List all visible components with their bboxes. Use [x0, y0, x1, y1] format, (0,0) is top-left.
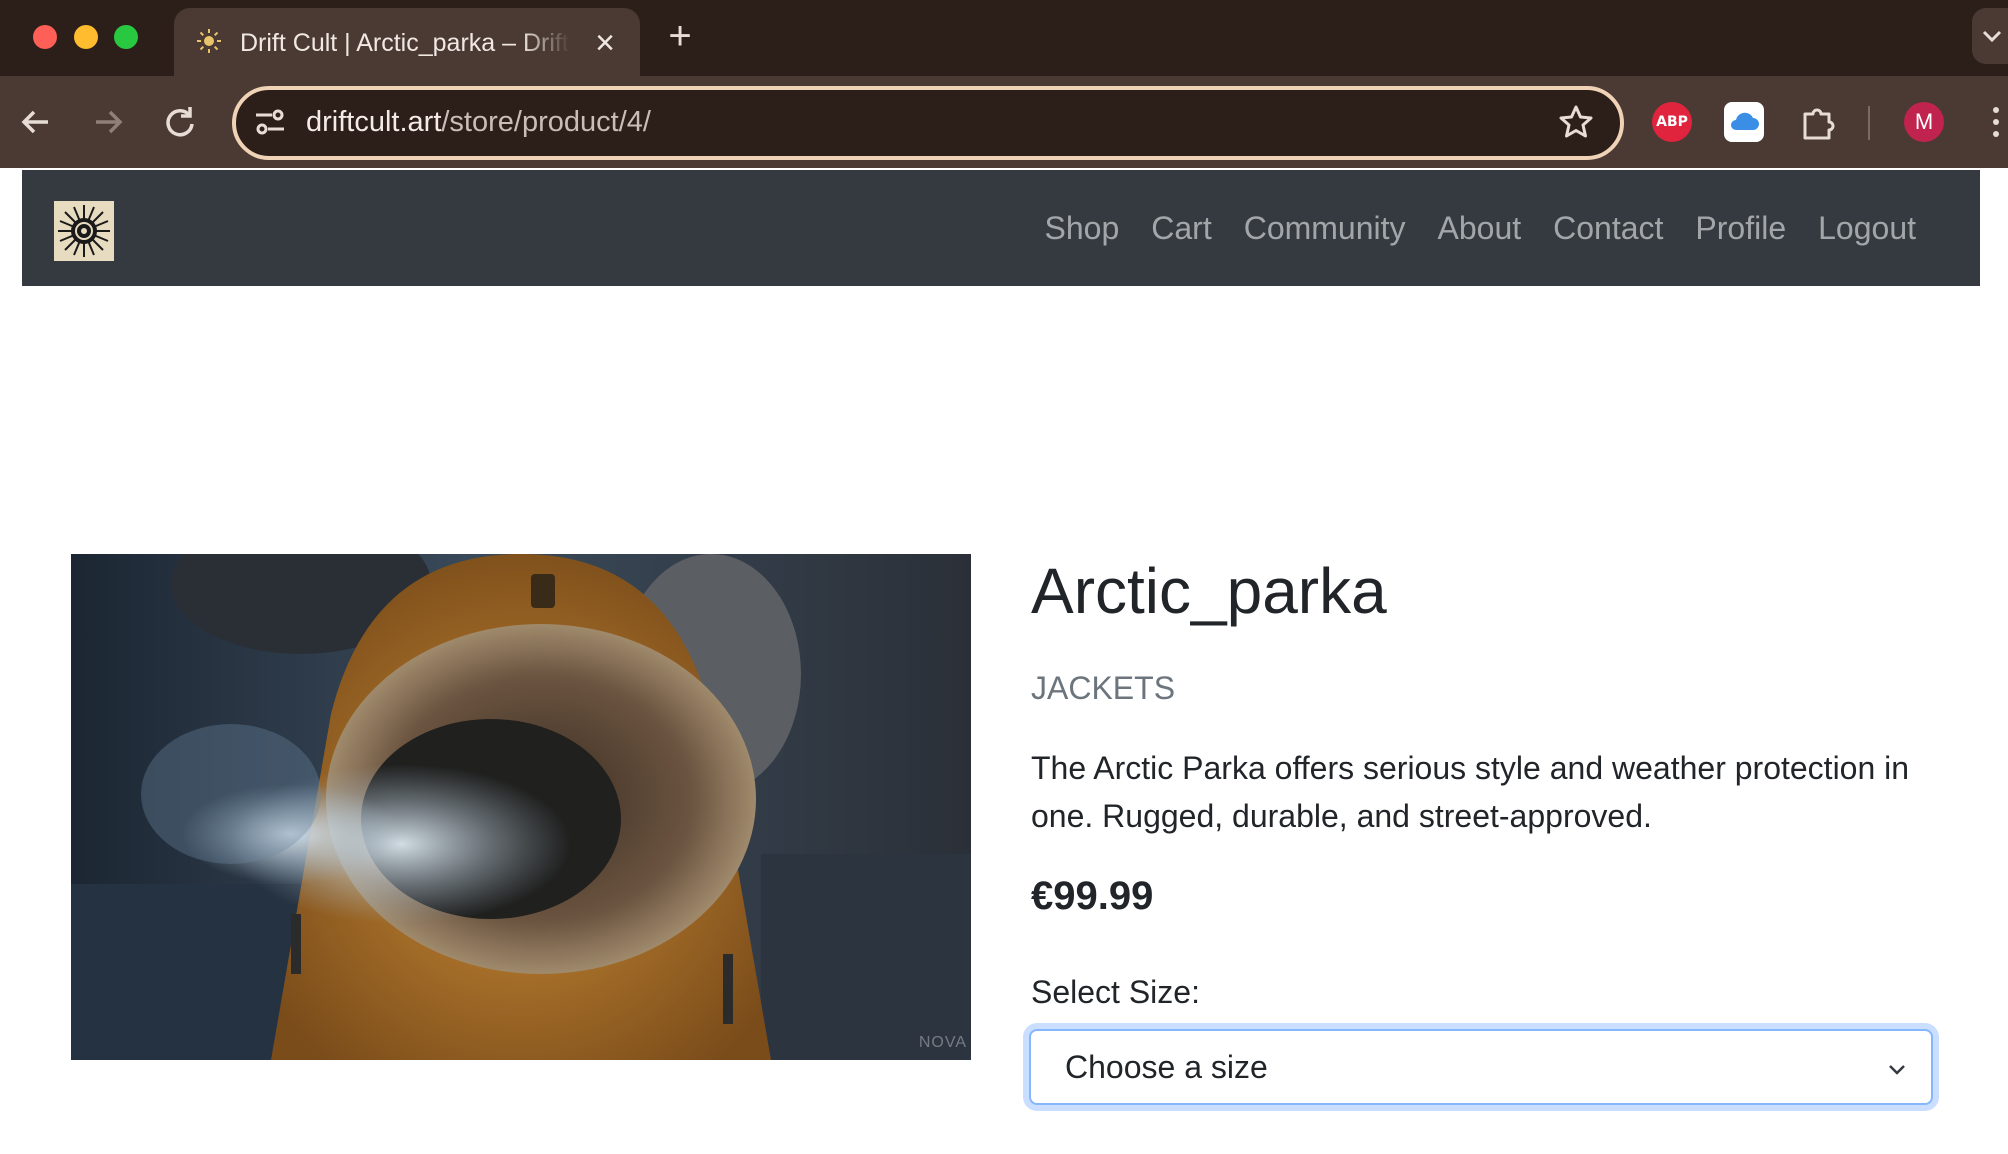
chevron-down-icon — [1885, 1057, 1909, 1081]
cloud-icon — [1731, 112, 1759, 130]
product-image: NOVA — [71, 554, 971, 1060]
product-price: €99.99 — [1031, 874, 1154, 918]
product-category: JACKETS — [1031, 670, 1176, 706]
site-settings-icon[interactable] — [252, 104, 288, 140]
icloud-extension[interactable] — [1724, 102, 1764, 142]
size-label: Select Size: — [1031, 974, 1200, 1010]
reload-icon — [166, 107, 194, 137]
minimize-window-button[interactable] — [74, 25, 98, 49]
profile-avatar[interactable]: M — [1904, 102, 1944, 142]
extensions-menu-button[interactable] — [1798, 102, 1838, 142]
nav-links: Shop Cart Community About Contact Profil… — [1029, 206, 1932, 250]
back-button[interactable] — [12, 98, 60, 146]
close-tab-icon[interactable]: × — [588, 26, 622, 60]
product-title: Arctic_parka — [1031, 555, 1387, 627]
size-select-value: Choose a size — [1065, 1049, 1268, 1085]
sun-favicon-icon — [196, 28, 222, 54]
tab-title: Drift Cult | Arctic_parka – Drift Cult — [240, 29, 570, 57]
url-host: driftcult.art — [306, 106, 442, 138]
url-path: /store/product/4/ — [441, 106, 651, 138]
arrow-left-icon — [21, 110, 48, 134]
puzzle-icon — [1803, 108, 1835, 140]
site-navbar: Shop Cart Community About Contact Profil… — [22, 170, 1980, 286]
nav-link-contact[interactable]: Contact — [1537, 206, 1679, 250]
bookmark-star-icon[interactable] — [1556, 102, 1596, 142]
maximize-window-button[interactable] — [114, 25, 138, 49]
nav-link-shop[interactable]: Shop — [1029, 206, 1136, 250]
chevron-down-icon — [1982, 30, 2002, 43]
sun-logo-icon — [58, 205, 110, 257]
product-description: The Arctic Parka offers serious style an… — [1031, 750, 1910, 834]
browser-menu-icon[interactable] — [1984, 102, 2008, 142]
new-tab-icon[interactable]: + — [660, 16, 700, 56]
nav-link-about[interactable]: About — [1422, 206, 1538, 250]
toolbar-divider — [1868, 106, 1870, 140]
size-select[interactable]: Choose a size — [1029, 1029, 1933, 1105]
reload-button[interactable] — [156, 98, 204, 146]
nav-link-cart[interactable]: Cart — [1135, 206, 1227, 250]
brand-logo[interactable] — [54, 201, 114, 261]
nav-link-community[interactable]: Community — [1228, 206, 1422, 250]
browser-toolbar: driftcult.art/store/product/4/ ABP M — [0, 76, 2008, 168]
arrow-right-icon — [96, 110, 123, 134]
browser-tab-active[interactable]: Drift Cult | Arctic_parka – Drift Cult × — [174, 8, 640, 76]
url-text: driftcult.art/store/product/4/ — [306, 102, 651, 142]
address-bar[interactable]: driftcult.art/store/product/4/ — [232, 86, 1624, 160]
nav-link-profile[interactable]: Profile — [1679, 206, 1802, 250]
nav-link-logout[interactable]: Logout — [1802, 206, 1932, 250]
tab-search-button[interactable] — [1972, 8, 2008, 64]
adblock-plus-extension[interactable]: ABP — [1652, 102, 1692, 142]
forward-button[interactable] — [84, 98, 132, 146]
browser-tabstrip: Drift Cult | Arctic_parka – Drift Cult ×… — [0, 0, 2008, 76]
close-window-button[interactable] — [33, 25, 57, 49]
image-watermark: NOVA — [918, 1034, 967, 1051]
